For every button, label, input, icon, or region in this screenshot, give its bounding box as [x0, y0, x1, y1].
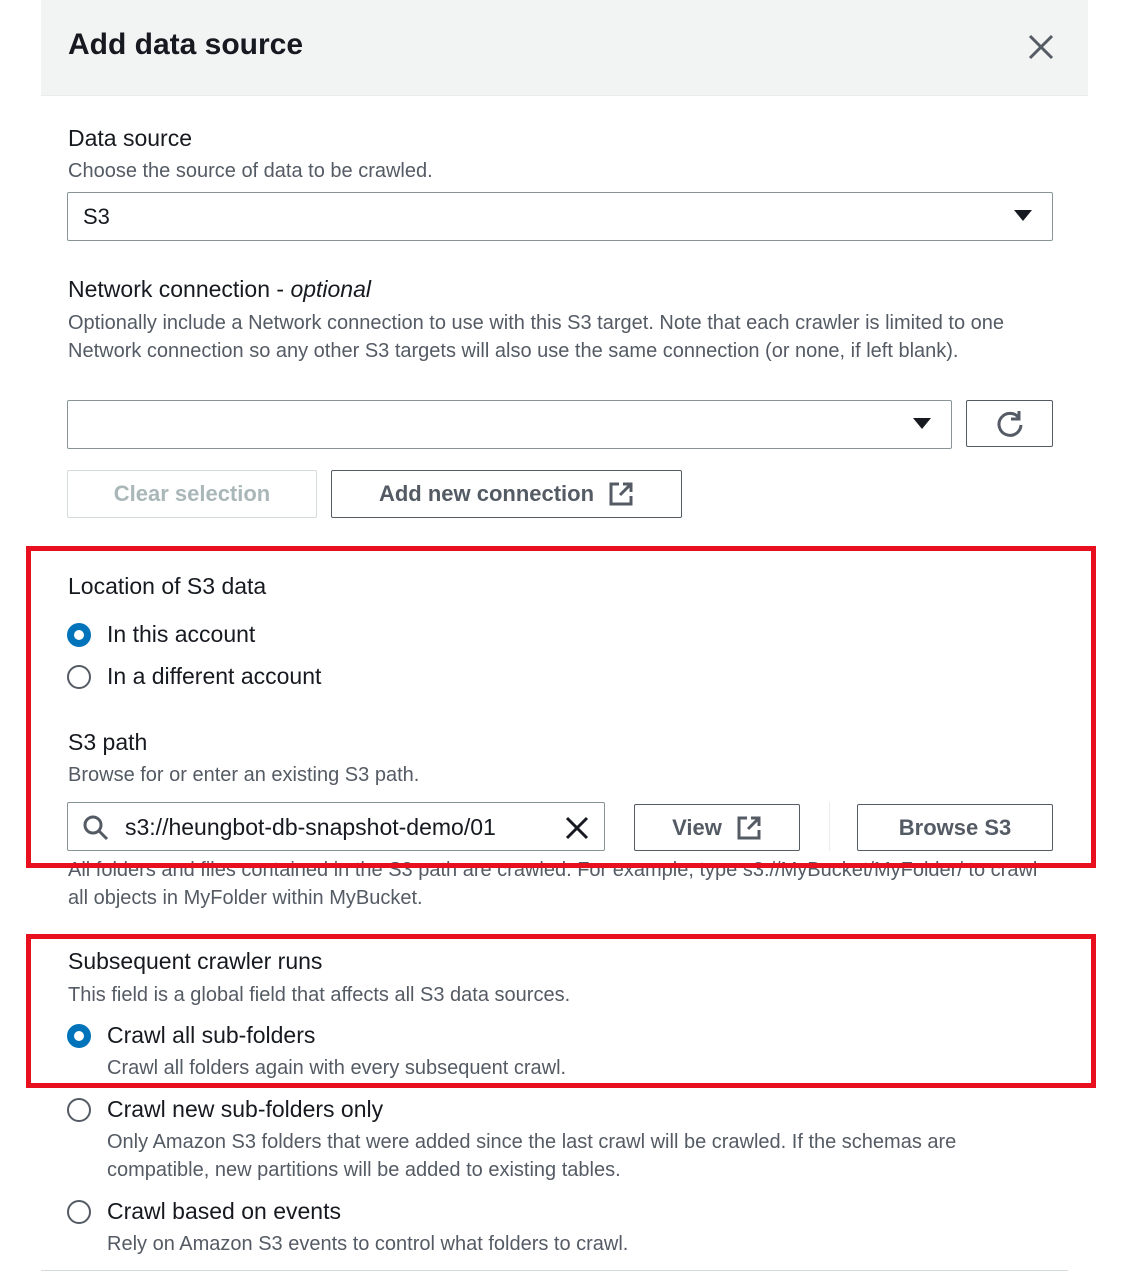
network-description: Optionally include a Network connection …	[68, 312, 1005, 362]
network-label: Network connection - optional	[68, 276, 371, 303]
divider	[41, 1270, 1068, 1271]
data-source-value: S3	[83, 204, 110, 229]
close-icon[interactable]	[1024, 30, 1058, 64]
radio-description: Only Amazon S3 folders that were added s…	[107, 1131, 957, 1181]
network-label-text: Network connection -	[68, 276, 291, 302]
data-source-label: Data source	[68, 125, 193, 151]
caret-down-icon	[1014, 210, 1032, 221]
data-source-select[interactable]: S3	[67, 192, 1053, 241]
radio-description: Rely on Amazon S3 events to control what…	[107, 1233, 629, 1255]
clear-selection-label: Clear selection	[113, 481, 271, 506]
data-source-description: Choose the source of data to be crawled.	[68, 160, 433, 182]
network-optional-text: optional	[290, 276, 372, 302]
network-connection-select[interactable]	[67, 400, 952, 449]
add-new-connection-label: Add new connection	[378, 481, 595, 506]
radio-crawl-based-on-events[interactable]: Crawl based on events	[67, 1198, 341, 1225]
refresh-icon	[997, 410, 1022, 437]
refresh-button[interactable]	[966, 400, 1053, 447]
modal-header: Add data source	[41, 0, 1088, 96]
caret-down-icon	[913, 418, 931, 429]
modal-title: Add data source	[68, 28, 304, 61]
add-new-connection-button[interactable]: Add new connection	[331, 470, 682, 518]
radio-label: Crawl based on events	[107, 1198, 341, 1224]
highlight-box-location	[26, 546, 1096, 868]
radio-label: Crawl new sub-folders only	[107, 1096, 384, 1122]
radio-unchecked-icon[interactable]	[67, 1199, 91, 1224]
clear-selection-button[interactable]: Clear selection	[67, 470, 317, 518]
highlight-box-subsequent	[26, 934, 1096, 1088]
external-link-icon	[609, 482, 633, 506]
radio-unchecked-icon[interactable]	[67, 1097, 91, 1122]
radio-crawl-new-subfolders[interactable]: Crawl new sub-folders only	[67, 1096, 383, 1123]
